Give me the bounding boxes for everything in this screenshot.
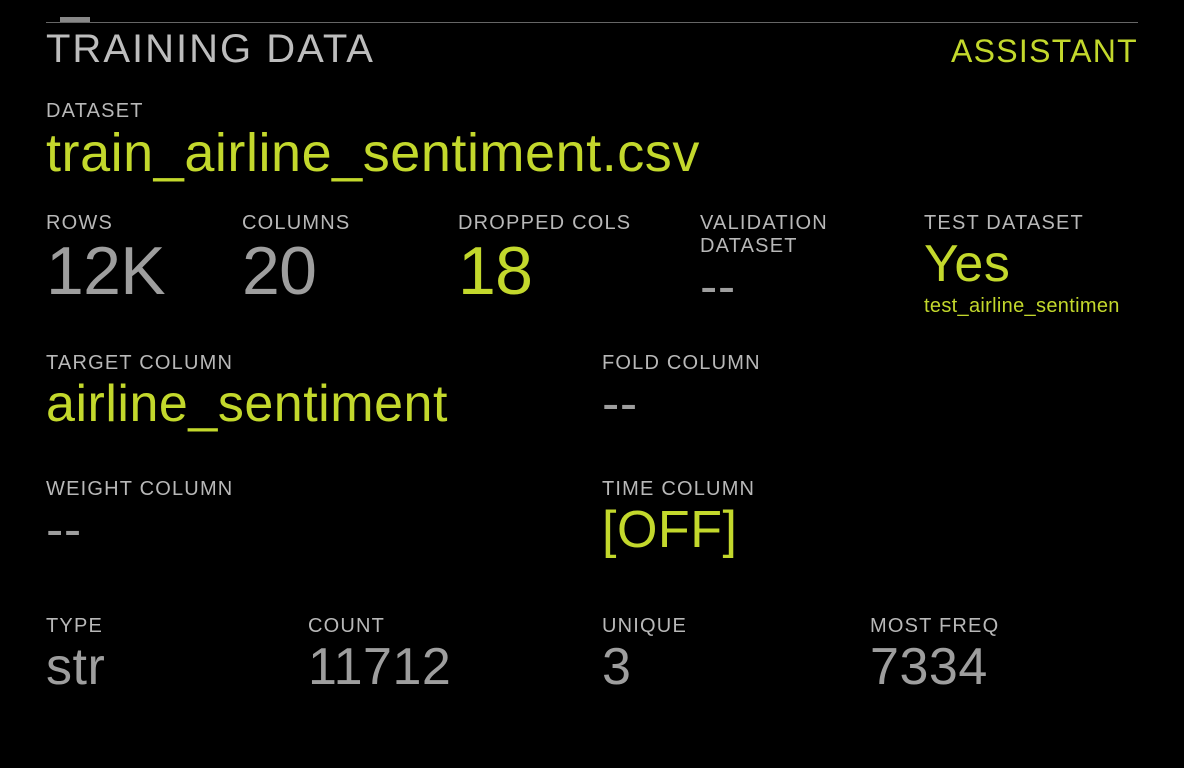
fold-column-label: FOLD COLUMN bbox=[602, 352, 1128, 375]
columns-value: 20 bbox=[242, 237, 448, 305]
scroll-marker bbox=[60, 17, 90, 22]
validation-dataset-field[interactable]: VALIDATION DATASET -- bbox=[700, 212, 924, 319]
type-field: TYPE str bbox=[46, 615, 308, 695]
validation-dataset-value: -- bbox=[700, 260, 914, 315]
type-label: TYPE bbox=[46, 615, 298, 638]
time-column-value: [OFF] bbox=[602, 503, 1128, 558]
weight-column-value: -- bbox=[46, 503, 592, 558]
target-column-label: TARGET COLUMN bbox=[46, 352, 592, 375]
most-freq-field: MOST FREQ 7334 bbox=[870, 615, 1138, 695]
time-column-field[interactable]: TIME COLUMN [OFF] bbox=[602, 478, 1138, 558]
dataset-label: DATASET bbox=[46, 100, 700, 123]
weight-column-label: WEIGHT COLUMN bbox=[46, 478, 592, 501]
dropped-cols-label: DROPPED COLS bbox=[458, 212, 690, 235]
type-value: str bbox=[46, 640, 298, 695]
dataset-value: train_airline_sentiment.csv bbox=[46, 125, 700, 182]
rows-field[interactable]: ROWS 12K bbox=[46, 212, 242, 319]
most-freq-value: 7334 bbox=[870, 640, 1128, 695]
unique-label: UNIQUE bbox=[602, 615, 860, 638]
dropped-cols-value: 18 bbox=[458, 237, 690, 305]
dropped-cols-field[interactable]: DROPPED COLS 18 bbox=[458, 212, 700, 319]
test-dataset-filename: test_airline_sentimen bbox=[924, 295, 1124, 318]
time-column-label: TIME COLUMN bbox=[602, 478, 1128, 501]
target-column-value: airline_sentiment bbox=[46, 377, 592, 432]
dataset-field[interactable]: DATASET train_airline_sentiment.csv bbox=[46, 100, 710, 182]
columns-field[interactable]: COLUMNS 20 bbox=[242, 212, 458, 319]
rows-value: 12K bbox=[46, 237, 232, 305]
validation-dataset-label: VALIDATION DATASET bbox=[700, 212, 914, 258]
test-dataset-field[interactable]: TEST DATASET Yes test_airline_sentimen bbox=[924, 212, 1134, 319]
weight-column-field[interactable]: WEIGHT COLUMN -- bbox=[46, 478, 602, 558]
count-label: COUNT bbox=[308, 615, 592, 638]
fold-column-value: -- bbox=[602, 377, 1128, 432]
columns-label: COLUMNS bbox=[242, 212, 448, 235]
most-freq-label: MOST FREQ bbox=[870, 615, 1128, 638]
fold-column-field[interactable]: FOLD COLUMN -- bbox=[602, 352, 1138, 432]
test-dataset-value: Yes bbox=[924, 237, 1124, 292]
rows-label: ROWS bbox=[46, 212, 232, 235]
target-column-field[interactable]: TARGET COLUMN airline_sentiment bbox=[46, 352, 602, 432]
assistant-link[interactable]: ASSISTANT bbox=[951, 33, 1138, 70]
count-value: 11712 bbox=[308, 640, 592, 695]
test-dataset-label: TEST DATASET bbox=[924, 212, 1124, 235]
divider bbox=[46, 22, 1138, 23]
count-field: COUNT 11712 bbox=[308, 615, 602, 695]
top-bar bbox=[46, 0, 1138, 22]
unique-field: UNIQUE 3 bbox=[602, 615, 870, 695]
unique-value: 3 bbox=[602, 640, 860, 695]
section-title: TRAINING DATA bbox=[46, 27, 375, 72]
